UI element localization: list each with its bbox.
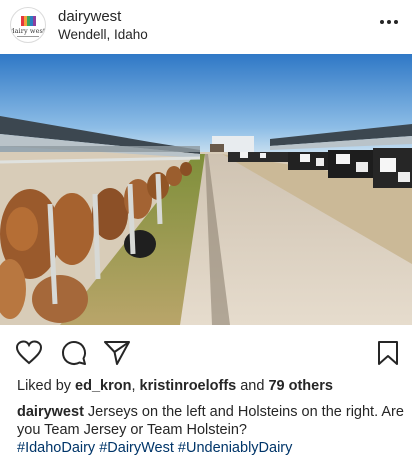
flag-stripe: [32, 16, 36, 26]
hashtag[interactable]: #IdahoDairy: [17, 440, 95, 456]
liker-username[interactable]: ed_kron: [75, 378, 131, 394]
dairy-west-flag-icon: [20, 16, 36, 26]
avatar-logo-underline: [17, 36, 39, 37]
hashtag[interactable]: #UndeniablyDairy: [178, 440, 292, 456]
likes-prefix: Liked by: [17, 378, 76, 394]
post-photo[interactable]: [0, 54, 412, 325]
post-username[interactable]: dairywest: [58, 8, 121, 25]
likes-summary[interactable]: Liked by ed_kron, kristinroeloffs and 79…: [17, 378, 333, 394]
avatar[interactable]: dairy west: [10, 7, 46, 43]
avatar-logo-text: dairy west: [10, 27, 46, 35]
caption-username[interactable]: dairywest: [17, 404, 84, 420]
hashtag[interactable]: #DairyWest: [99, 440, 174, 456]
dot: [387, 20, 391, 24]
comment-icon[interactable]: [60, 339, 88, 367]
heart-icon[interactable]: [15, 339, 43, 367]
likes-conjunction: and: [236, 378, 269, 394]
likes-others-count[interactable]: 79 others: [268, 378, 332, 394]
dot: [380, 20, 384, 24]
liker-username[interactable]: kristinroeloffs: [140, 378, 237, 394]
post-header: dairy west dairywest Wendell, Idaho: [0, 0, 412, 54]
photo-illustration: [0, 54, 412, 325]
post-actions: [0, 325, 412, 377]
dot: [394, 20, 398, 24]
likes-separator: ,: [131, 378, 140, 394]
post-caption: dairywest Jerseys on the left and Holste…: [17, 403, 405, 457]
send-icon[interactable]: [103, 339, 131, 367]
bookmark-icon[interactable]: [374, 339, 402, 367]
more-dots-icon[interactable]: [380, 20, 398, 24]
post-location[interactable]: Wendell, Idaho: [58, 27, 148, 42]
